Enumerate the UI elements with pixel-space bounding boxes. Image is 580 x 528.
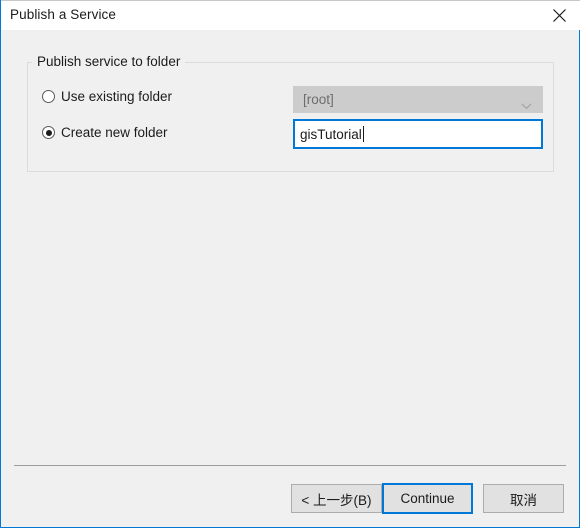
new-folder-name-input[interactable]: gisTutorial — [293, 119, 543, 149]
dialog-body: Publish service to folder Use existing f… — [1, 30, 579, 527]
option-use-existing-folder[interactable]: Use existing folder — [42, 89, 172, 104]
continue-button[interactable]: Continue — [382, 483, 473, 514]
option-create-new-folder[interactable]: Create new folder — [42, 125, 168, 140]
existing-folder-combobox-value: [root] — [303, 92, 334, 107]
text-caret — [362, 126, 364, 142]
close-icon — [552, 9, 566, 22]
groupbox-title: Publish service to folder — [32, 54, 186, 69]
publish-a-service-dialog: Publish a Service Publish service to fol… — [0, 0, 580, 528]
chevron-down-icon — [521, 97, 532, 115]
cancel-button[interactable]: 取消 — [483, 484, 564, 513]
radio-label-use-existing-folder: Use existing folder — [61, 89, 173, 104]
radio-label-create-new-folder: Create new folder — [61, 125, 168, 140]
close-button[interactable] — [537, 1, 580, 30]
back-button[interactable]: < 上一步(B) — [291, 484, 382, 513]
publish-folder-groupbox — [27, 62, 554, 172]
title-bar: Publish a Service — [1, 0, 580, 30]
new-folder-name-value: gisTutorial — [300, 126, 362, 142]
radio-use-existing-folder[interactable] — [42, 90, 55, 103]
window-title: Publish a Service — [10, 7, 117, 22]
existing-folder-combobox[interactable]: [root] — [293, 86, 543, 113]
footer-separator — [14, 465, 566, 466]
radio-create-new-folder[interactable] — [42, 126, 55, 139]
